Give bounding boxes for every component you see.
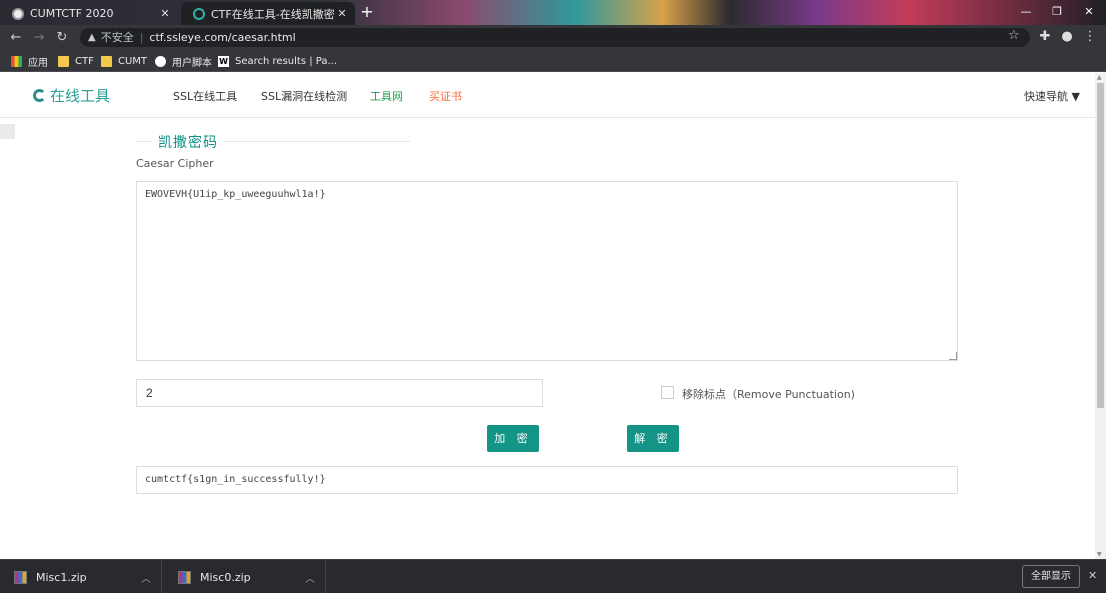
quick-nav-dropdown[interactable]: 快速导航 ▼ — [1024, 88, 1080, 104]
extensions-puzzle-icon[interactable]: ✚ — [1036, 28, 1054, 46]
minimize-icon[interactable]: — — [1010, 0, 1042, 25]
address-bar[interactable]: ▲ 不安全 | ctf.ssleye.com/caesar.html — [80, 28, 1030, 47]
back-arrow-icon[interactable]: ← — [6, 28, 26, 48]
url-text: ctf.ssleye.com/caesar.html — [149, 31, 296, 44]
shift-input[interactable] — [136, 379, 543, 407]
separator: | — [139, 31, 144, 44]
chevron-up-icon[interactable]: ︿ — [141, 570, 151, 585]
show-all-downloads-button[interactable]: 全部显示 — [1022, 565, 1080, 588]
forward-arrow-icon[interactable]: → — [29, 28, 49, 48]
bookmark-label: 用户脚本 — [172, 57, 212, 69]
bookmark-cumt[interactable]: CUMT — [101, 54, 147, 68]
scroll-down-icon[interactable]: ▼ — [1097, 551, 1102, 558]
caret-down-icon: ▼ — [1071, 90, 1080, 103]
archive-icon — [14, 570, 27, 584]
nav-ssl-tools[interactable]: SSL在线工具 — [173, 88, 237, 104]
site-header: 在线工具 SSL在线工具 SSL漏洞在线检测 工具网 买证书 快速导航 ▼ — [0, 73, 1095, 118]
nav-buy-certificate[interactable]: 买证书 — [429, 88, 462, 104]
decrypt-button[interactable]: 解 密 — [627, 425, 679, 452]
page-subtitle: Caesar Cipher — [136, 157, 214, 170]
apps-icon — [11, 55, 22, 67]
quick-nav-label: 快速导航 — [1024, 90, 1068, 103]
site-logo[interactable]: 在线工具 — [33, 85, 110, 106]
tab-cumtctf[interactable]: CUMTCTF 2020 ✕ — [0, 2, 178, 25]
archive-icon — [178, 570, 191, 584]
security-label: 不安全 — [100, 31, 134, 44]
tab-title: CTF在线工具-在线凯撒密码加密 — [211, 7, 335, 21]
bookmark-label: 应用 — [28, 57, 48, 69]
download-item[interactable]: Misc0.zip ︿ — [164, 560, 326, 593]
scroll-up-icon[interactable]: ▲ — [1097, 74, 1102, 81]
resize-handle-icon[interactable] — [949, 352, 957, 360]
bookmark-search-results[interactable]: W Search results | Pa... — [218, 54, 337, 68]
warning-icon: ▲ — [88, 32, 96, 43]
encrypt-button[interactable]: 加 密 — [487, 425, 539, 452]
web-page: 在线工具 SSL在线工具 SSL漏洞在线检测 工具网 买证书 快速导航 ▼ 凯撒… — [0, 73, 1095, 559]
folder-icon — [58, 55, 69, 67]
scroll-thumb[interactable] — [1097, 83, 1104, 408]
bookmark-userscript[interactable]: 用户脚本 — [155, 54, 212, 69]
site-favicon-icon — [12, 7, 24, 20]
reload-icon[interactable]: ↻ — [52, 28, 72, 48]
page-scrollbar[interactable]: ▲ ▼ — [1095, 73, 1106, 559]
profile-avatar-icon[interactable]: ● — [1058, 28, 1076, 46]
side-widget[interactable] — [0, 124, 15, 139]
download-bar: Misc1.zip ︿ Misc0.zip ︿ 全部显示 ✕ — [0, 559, 1106, 593]
menu-kebab-icon[interactable]: ⋮ — [1081, 28, 1099, 46]
bookmark-label: CTF — [75, 55, 94, 67]
new-tab-button[interactable]: + — [358, 3, 376, 21]
bookmark-label: Search results | Pa... — [235, 55, 338, 67]
tab-caesar-tool[interactable]: CTF在线工具-在线凯撒密码加密 ✕ — [181, 2, 355, 25]
remove-punctuation-label: 移除标点（Remove Punctuation) — [682, 388, 855, 401]
download-item[interactable]: Misc1.zip ︿ — [0, 560, 162, 593]
close-tab-icon[interactable]: ✕ — [158, 7, 172, 20]
tab-strip: CUMTCTF 2020 ✕ CTF在线工具-在线凯撒密码加密 ✕ + — ❐ … — [0, 0, 1106, 25]
bookmark-ctf[interactable]: CTF — [58, 54, 94, 68]
page-title: 凯撒密码 — [158, 135, 218, 151]
cipher-text-input[interactable]: EWOVEVH{U1ip_kp_uweeguuhwl1a!} — [136, 181, 958, 361]
folder-icon — [101, 55, 112, 67]
bookmarks-bar: 应用 CTF CUMT 用户脚本 W Search results | Pa..… — [0, 50, 1106, 72]
bookmark-star-icon[interactable]: ☆ — [1008, 28, 1020, 43]
site-favicon-icon — [193, 7, 205, 20]
tab-title: CUMTCTF 2020 — [30, 7, 114, 20]
download-filename: Misc1.zip — [36, 570, 87, 584]
bookmark-label: CUMT — [118, 55, 148, 67]
close-tab-icon[interactable]: ✕ — [335, 7, 349, 20]
bookmark-apps[interactable]: 应用 — [11, 54, 48, 69]
nav-tools-site[interactable]: 工具网 — [370, 88, 403, 104]
restore-icon[interactable]: ❐ — [1041, 0, 1073, 25]
chevron-up-icon[interactable]: ︿ — [305, 570, 315, 585]
nav-ssl-vuln-check[interactable]: SSL漏洞在线检测 — [261, 88, 347, 104]
wikipedia-icon: W — [218, 55, 229, 67]
logo-text: 在线工具 — [50, 87, 111, 105]
userscript-icon — [155, 55, 166, 67]
result-output[interactable]: cumtctf{s1gn_in_successfully!} — [136, 466, 958, 494]
close-download-bar-icon[interactable]: ✕ — [1088, 569, 1097, 582]
remove-punctuation-checkbox[interactable] — [661, 386, 674, 399]
logo-mark-icon — [33, 89, 46, 102]
download-filename: Misc0.zip — [200, 570, 251, 584]
close-window-icon[interactable]: ✕ — [1073, 0, 1105, 25]
